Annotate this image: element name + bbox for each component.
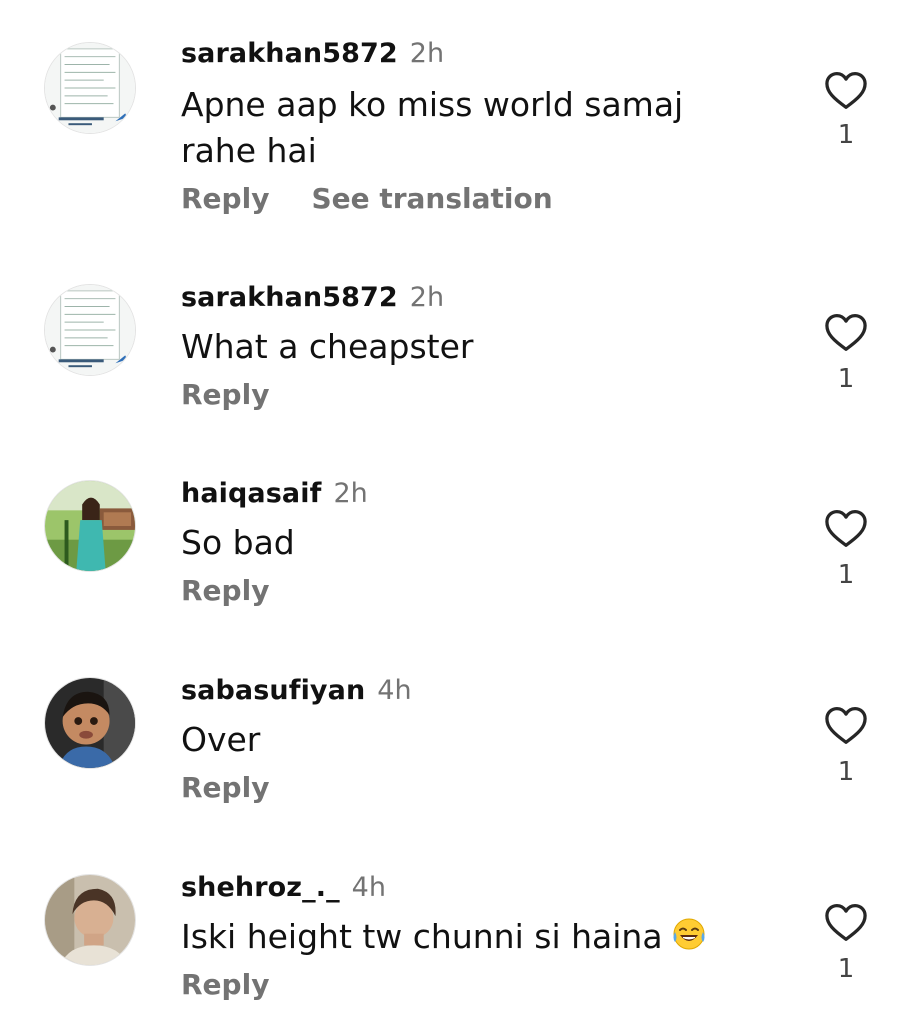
- heart-icon: [825, 314, 867, 351]
- username[interactable]: sarakhan5872: [181, 282, 398, 313]
- comment-actions: Reply: [181, 771, 269, 804]
- comment-actions: Reply: [181, 574, 269, 607]
- comment-text: Iski height tw chunni si haina 😂: [181, 914, 741, 960]
- comment-item: haiqasaif 2h So bad Reply 1: [0, 478, 917, 668]
- child-photo-avatar-icon: [45, 678, 135, 768]
- user-avatar[interactable]: [44, 480, 136, 572]
- timestamp: 2h: [333, 478, 368, 509]
- heart-icon: [825, 707, 867, 744]
- comment-text: What a cheapster: [181, 324, 741, 370]
- woman-outdoor-photo-avatar-icon: [45, 481, 135, 571]
- comment-text: Apne aap ko miss world samaj rahe hai: [181, 82, 741, 174]
- comment-text-content: Iski height tw chunni si haina: [181, 917, 663, 956]
- comment-text-line: rahe hai: [181, 131, 317, 170]
- comment-item: shehroz_._ 4h Iski height tw chunni si h…: [0, 872, 917, 1024]
- comment-item: sarakhan5872 2h What a cheapster Reply 1: [0, 282, 917, 472]
- like-button[interactable]: [824, 312, 868, 352]
- comment-text-line: Over: [181, 720, 261, 759]
- comment-actions: Reply: [181, 968, 269, 1001]
- document-screenshot-avatar-icon: [45, 43, 135, 133]
- reply-button[interactable]: Reply: [181, 771, 269, 804]
- comment-text-line: So bad: [181, 523, 295, 562]
- document-screenshot-avatar-icon: [45, 285, 135, 375]
- like-count: 1: [837, 120, 855, 150]
- heart-icon: [825, 904, 867, 941]
- like-count: 1: [837, 364, 855, 394]
- comment-header: haiqasaif 2h: [181, 478, 368, 514]
- reply-button[interactable]: Reply: [181, 182, 269, 215]
- comment-header: sabasufiyan 4h: [181, 675, 412, 711]
- user-avatar[interactable]: [44, 874, 136, 966]
- comments-list: sarakhan5872 2h Apne aap ko miss world s…: [0, 0, 917, 1024]
- comment-header: sarakhan5872 2h: [181, 38, 444, 74]
- user-avatar[interactable]: [44, 284, 136, 376]
- comment-item: sabasufiyan 4h Over Reply 1: [0, 675, 917, 865]
- heart-icon: [825, 72, 867, 109]
- like-count: 1: [837, 757, 855, 787]
- username[interactable]: shehroz_._: [181, 872, 340, 903]
- comment-text-line: Iski height tw chunni si haina 😂: [181, 914, 741, 960]
- like-count: 1: [837, 954, 855, 984]
- timestamp: 4h: [377, 675, 412, 706]
- like-count: 1: [837, 560, 855, 590]
- heart-icon: [825, 510, 867, 547]
- reply-button[interactable]: Reply: [181, 574, 269, 607]
- comment-text-line: What a cheapster: [181, 327, 474, 366]
- timestamp: 4h: [351, 872, 386, 903]
- like-button[interactable]: [824, 705, 868, 745]
- face-with-tears-of-joy-icon: [673, 918, 705, 950]
- timestamp: 2h: [409, 38, 445, 69]
- comment-text: Over: [181, 717, 741, 763]
- man-portrait-avatar-icon: [45, 875, 135, 965]
- comment-text: So bad: [181, 520, 741, 566]
- comment-actions: Reply: [181, 378, 269, 411]
- username[interactable]: sarakhan5872: [181, 38, 398, 69]
- timestamp: 2h: [409, 282, 445, 313]
- comment-header: shehroz_._ 4h: [181, 872, 386, 908]
- like-button[interactable]: [824, 508, 868, 548]
- see-translation-button[interactable]: See translation: [311, 182, 552, 215]
- comment-actions: Reply See translation: [181, 182, 553, 215]
- username[interactable]: sabasufiyan: [181, 675, 365, 706]
- user-avatar[interactable]: [44, 42, 136, 134]
- reply-button[interactable]: Reply: [181, 968, 269, 1001]
- comment-header: sarakhan5872 2h: [181, 282, 444, 318]
- user-avatar[interactable]: [44, 677, 136, 769]
- like-button[interactable]: [824, 70, 868, 110]
- comment-item: sarakhan5872 2h Apne aap ko miss world s…: [0, 38, 917, 228]
- like-button[interactable]: [824, 902, 868, 942]
- reply-button[interactable]: Reply: [181, 378, 269, 411]
- comment-text-line: Apne aap ko miss world samaj: [181, 85, 684, 124]
- username[interactable]: haiqasaif: [181, 478, 321, 509]
